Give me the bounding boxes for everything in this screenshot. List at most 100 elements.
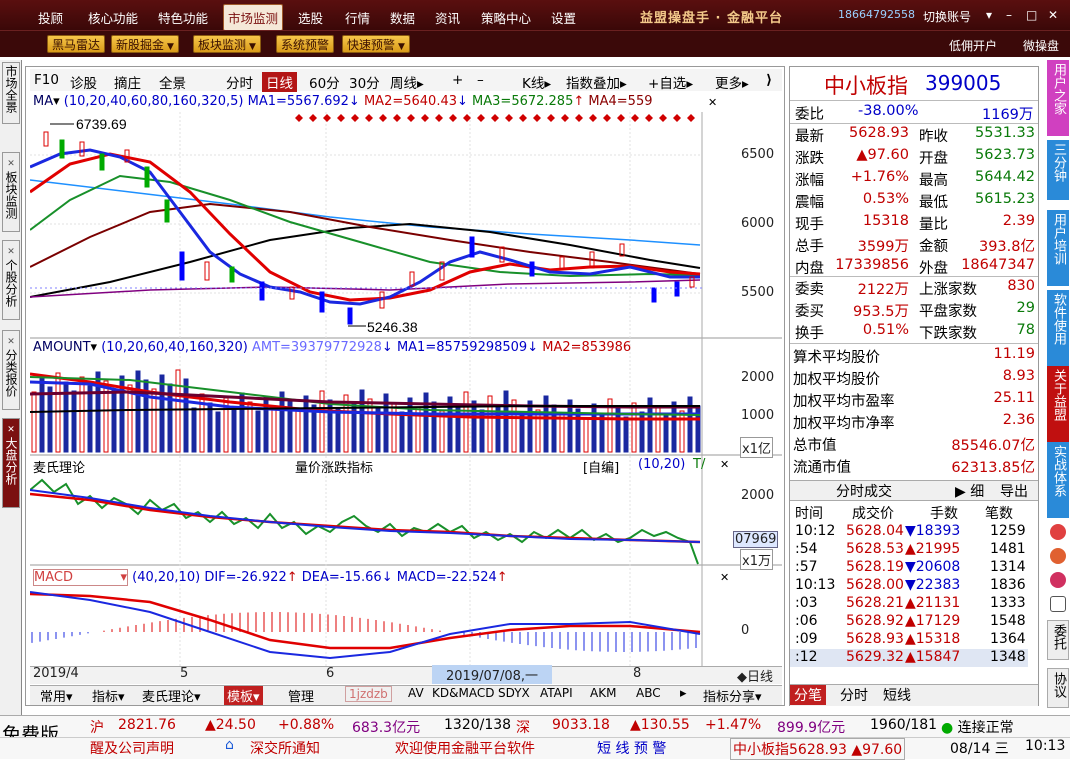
right-tab-three-min[interactable]: 三分钟 <box>1047 140 1069 200</box>
signal-markers <box>295 114 695 122</box>
close-icon[interactable]: ✕ <box>7 425 15 435</box>
tab-abc[interactable]: ABC <box>636 686 661 700</box>
watchlist-dropdown[interactable]: +自选▸ <box>648 72 693 92</box>
right-tab-usage[interactable]: 软件使用 <box>1047 290 1069 366</box>
tabs-scroll-icon[interactable]: ▸ <box>680 686 687 701</box>
news-item[interactable]: 欢迎使用金融平台软件 <box>395 738 535 758</box>
menu-strategy[interactable]: 策略中心 <box>481 8 531 27</box>
close-icon[interactable]: ✕ <box>1048 9 1060 21</box>
tool-icon-2[interactable] <box>1050 548 1066 564</box>
tab-atapi[interactable]: ATAPI <box>540 686 573 700</box>
indicator-name[interactable]: AMOUNT <box>33 340 91 355</box>
right-tab-training[interactable]: 用户培训 <box>1047 210 1069 286</box>
pane-close-icon[interactable]: ✕ <box>720 571 729 584</box>
tick-price: 5628.19 <box>846 559 904 575</box>
diagnose-button[interactable]: 诊股 <box>70 72 97 92</box>
dropdown-icon[interactable]: ▾ <box>53 94 60 109</box>
close-icon[interactable]: ✕ <box>7 159 15 169</box>
30min-button[interactable]: 30分 <box>349 72 380 92</box>
right-tab-trade[interactable]: 委托 <box>1047 620 1069 660</box>
tab-kdmacd[interactable]: KD&MACD <box>432 686 494 700</box>
right-tab-about[interactable]: 关于益盟 <box>1047 366 1069 442</box>
tool-icon-3[interactable] <box>1050 572 1066 588</box>
minimize-icon[interactable]: – <box>1006 9 1018 21</box>
f10-button[interactable]: F10 <box>34 72 59 88</box>
sector-monitor-button[interactable]: 板块监测 ▼ <box>193 35 261 53</box>
index-overlay-dropdown[interactable]: 指数叠加▸ <box>566 72 627 92</box>
ticks-export-button[interactable]: 导出 <box>1000 481 1028 501</box>
quick-alert-button[interactable]: 快速预警 ▼ <box>342 35 410 53</box>
tab-sdyx[interactable]: SDYX <box>498 686 530 700</box>
ticks-detail-button[interactable]: ▶ 细 <box>955 481 984 501</box>
news-item[interactable]: 醒及公司声明 <box>90 738 174 758</box>
menu-features[interactable]: 特色功能 <box>158 8 208 27</box>
zhai-zhuang-button[interactable]: 摘庄 <box>114 72 141 92</box>
tab-indicator[interactable]: 指标▾ <box>92 686 125 705</box>
tab-akm[interactable]: AKM <box>590 686 616 700</box>
indicator-share-dropdown[interactable]: 指标分享▾ <box>703 686 762 705</box>
indicator-name[interactable]: MA <box>33 94 53 109</box>
intraday-button[interactable]: 分时 <box>226 72 253 92</box>
menu-core[interactable]: 核心功能 <box>88 8 138 27</box>
pane-close-icon[interactable]: ✕ <box>720 458 729 471</box>
amount-bar <box>559 413 565 453</box>
index-code: 399005 <box>925 71 1002 95</box>
macd-params: (40,20,10) <box>132 570 201 585</box>
quote-value: 18647347 <box>961 257 1035 273</box>
weekly-dropdown[interactable]: 周线▸ <box>390 72 424 92</box>
right-tab-user-home[interactable]: 用户之家 <box>1047 60 1069 136</box>
tool-icon-1[interactable] <box>1050 524 1066 540</box>
micro-trade-link[interactable]: 微操盘 <box>1023 37 1059 54</box>
tab-stock-analysis[interactable]: ✕ 个股分析 <box>2 240 20 320</box>
zoom-in-button[interactable]: + <box>452 72 463 88</box>
menu-news[interactable]: 资讯 <box>435 8 460 27</box>
low-commission-link[interactable]: 低佣开户 <box>949 37 997 54</box>
pane-close-icon[interactable]: ✕ <box>708 96 717 109</box>
menu-market-monitor[interactable]: 市场监测 <box>223 4 284 31</box>
tab-label: 协议 <box>1051 672 1066 698</box>
close-icon[interactable]: ✕ <box>7 337 15 347</box>
macd-selector[interactable]: MACD ▾ <box>33 569 128 586</box>
maximize-icon[interactable]: □ <box>1026 9 1038 21</box>
mai-mode[interactable]: [自编] <box>583 457 619 476</box>
more-dropdown[interactable]: 更多▸ <box>715 72 749 92</box>
tab-market-overview[interactable]: 市场全景 <box>2 62 20 124</box>
ipo-button[interactable]: 新股掘金 ▼ <box>111 35 179 53</box>
menu-data[interactable]: 数据 <box>390 8 415 27</box>
collapse-icon[interactable]: ⟩ <box>766 72 772 88</box>
tab-category-quotes[interactable]: ✕ 分类报价 <box>2 330 20 410</box>
quote-value: 5628.93 <box>849 125 909 141</box>
close-icon[interactable]: ✕ <box>7 247 15 257</box>
tab-intraday[interactable]: 分时 <box>840 685 868 705</box>
tab-manage[interactable]: 管理 <box>288 686 314 705</box>
kline-dropdown[interactable]: K线▸ <box>522 72 551 92</box>
short-alert-label[interactable]: 短 线 预 警 <box>597 738 666 758</box>
news-item[interactable]: 深交所通知 <box>250 738 320 758</box>
tab-1jzdzb[interactable]: 1jzdzb <box>345 686 392 702</box>
right-tab-system[interactable]: 实战体系 <box>1047 442 1069 518</box>
tab-index-analysis[interactable]: ✕ 大盘分析 <box>2 418 20 508</box>
menu-settings[interactable]: 设置 <box>551 8 576 27</box>
tab-common[interactable]: 常用▾ <box>40 686 73 705</box>
system-alert-button[interactable]: 系统预警 <box>276 35 335 53</box>
right-tab-protocol[interactable]: 协议 <box>1047 668 1069 708</box>
zoom-out-button[interactable]: – <box>477 72 484 88</box>
switch-account-link[interactable]: 切换账号 <box>923 8 971 25</box>
tab-shortline[interactable]: 短线 <box>883 685 911 705</box>
dropdown-icon[interactable]: ▾ <box>91 340 98 355</box>
panorama-button[interactable]: 全景 <box>159 72 186 92</box>
tool-icon-4[interactable] <box>1050 596 1066 612</box>
date-label: 6 <box>326 666 335 681</box>
daily-button[interactable]: 日线 <box>262 72 297 92</box>
tab-template[interactable]: 模板▾ <box>224 686 263 705</box>
tab-ticks[interactable]: 分笔 <box>790 685 826 705</box>
60min-button[interactable]: 60分 <box>309 72 340 92</box>
tab-sector-monitor[interactable]: ✕ 板块监测 <box>2 152 20 232</box>
menu-touguo[interactable]: 投顾 <box>38 8 63 27</box>
skin-icon[interactable]: ▾ <box>986 9 998 21</box>
menu-quotes[interactable]: 行情 <box>345 8 370 27</box>
menu-stock-select[interactable]: 选股 <box>298 8 323 27</box>
tab-av[interactable]: AV <box>408 686 424 700</box>
tab-mai-theory[interactable]: 麦氏理论▾ <box>142 686 201 705</box>
heima-radar-button[interactable]: 黑马雷达 <box>47 35 106 53</box>
